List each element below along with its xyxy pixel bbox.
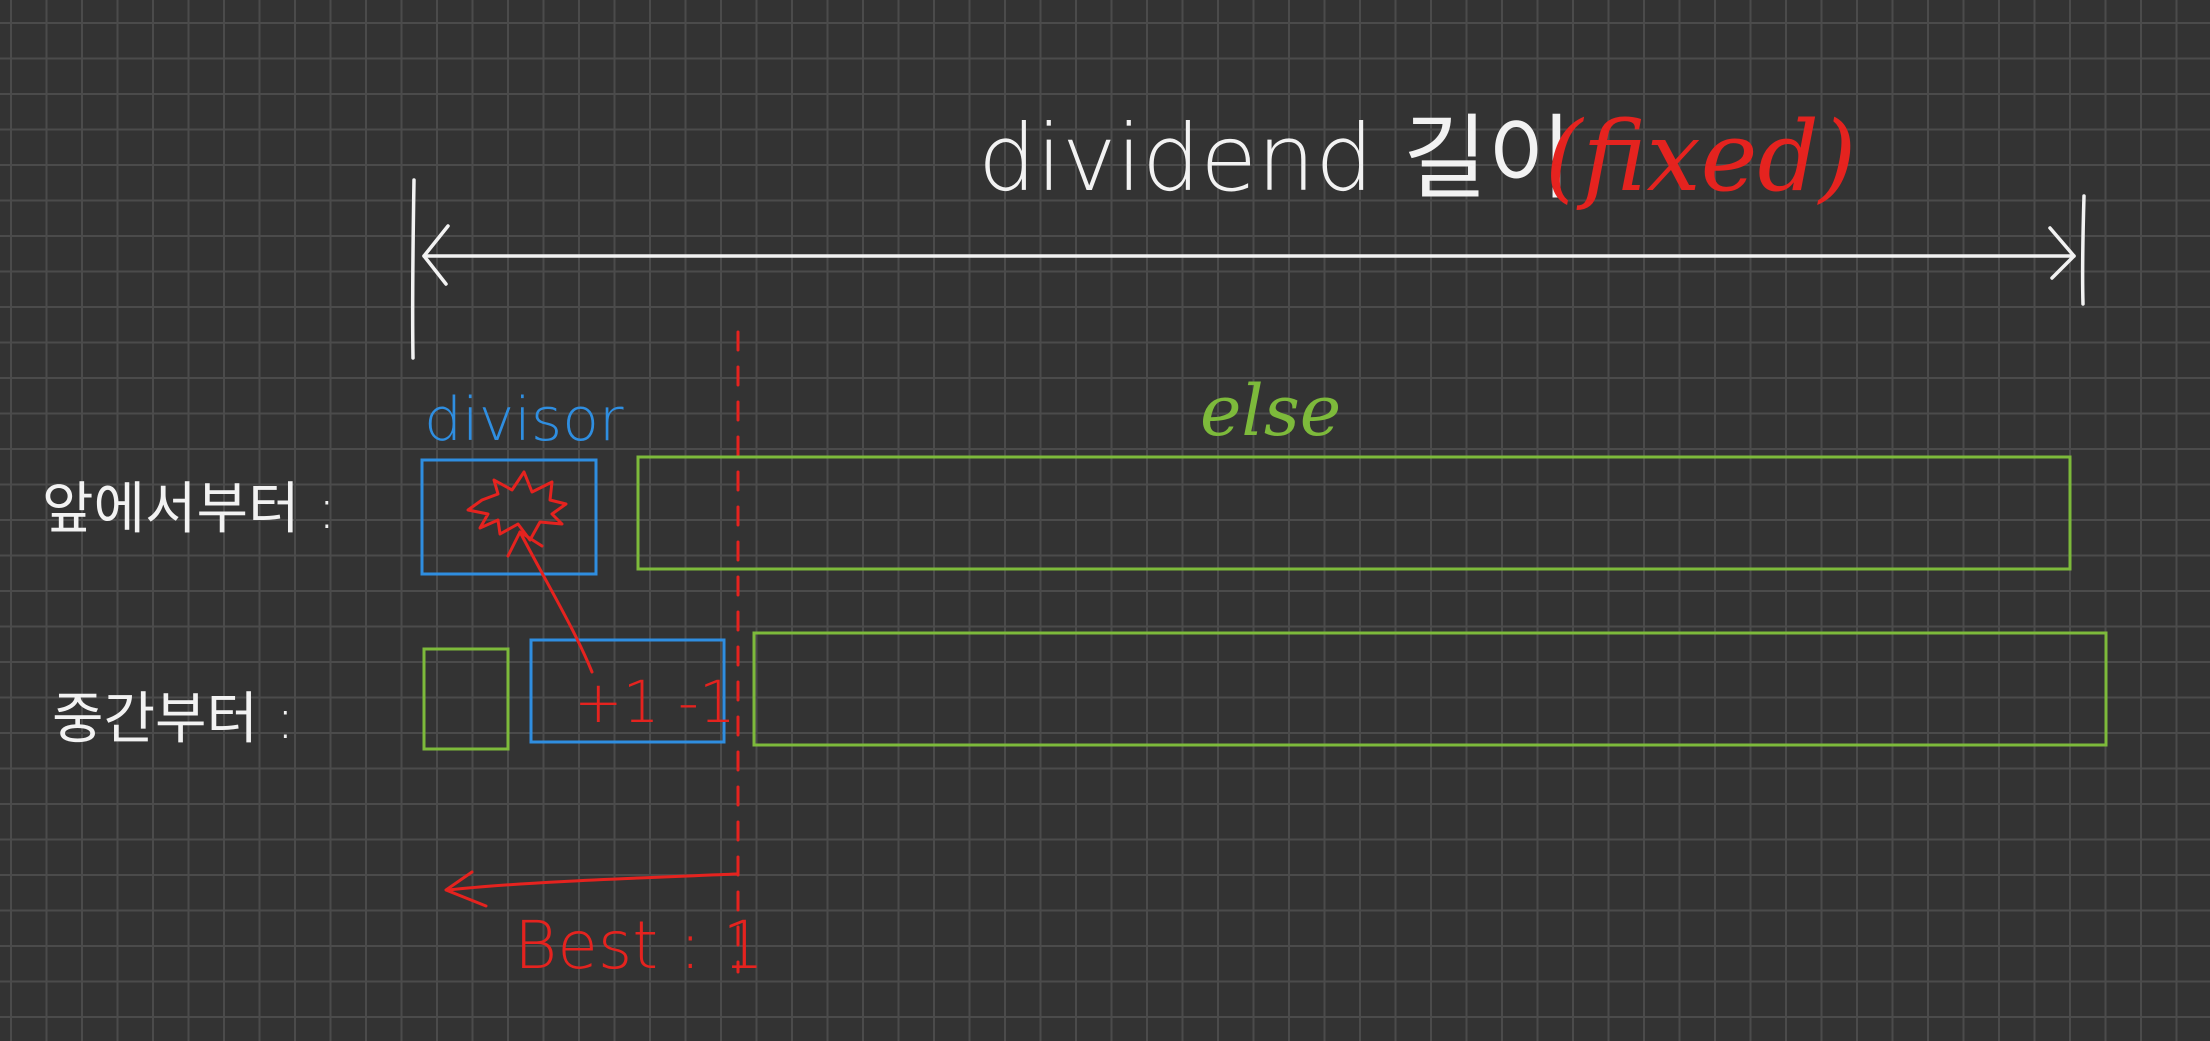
dividend-length-label: dividend 길이 — [978, 105, 1572, 212]
left-end-tick — [410, 178, 416, 360]
middle-else-box — [752, 631, 2108, 747]
right-arrowhead — [2048, 226, 2076, 280]
burst-icon — [466, 470, 568, 542]
fixed-label: (fixed) — [1545, 101, 1856, 213]
row-middle-label: 중간부터 : — [52, 687, 295, 752]
else-label: else — [1200, 370, 1341, 452]
front-else-box — [636, 455, 2072, 571]
offset-label: +1 -1 — [574, 668, 736, 736]
offset-to-burst-arrow — [506, 530, 594, 674]
best-direction-arrow — [444, 870, 738, 908]
divisor-label: divisor — [424, 385, 624, 455]
whiteboard-canvas: dividend 길이 (fixed) divisor else 앞에서부터 :… — [42, 101, 2108, 984]
middle-else-small-box — [422, 647, 510, 751]
right-end-tick — [2080, 194, 2086, 306]
best-label: Best : 1 — [514, 907, 764, 984]
row-front-label: 앞에서부터 : — [42, 477, 336, 542]
